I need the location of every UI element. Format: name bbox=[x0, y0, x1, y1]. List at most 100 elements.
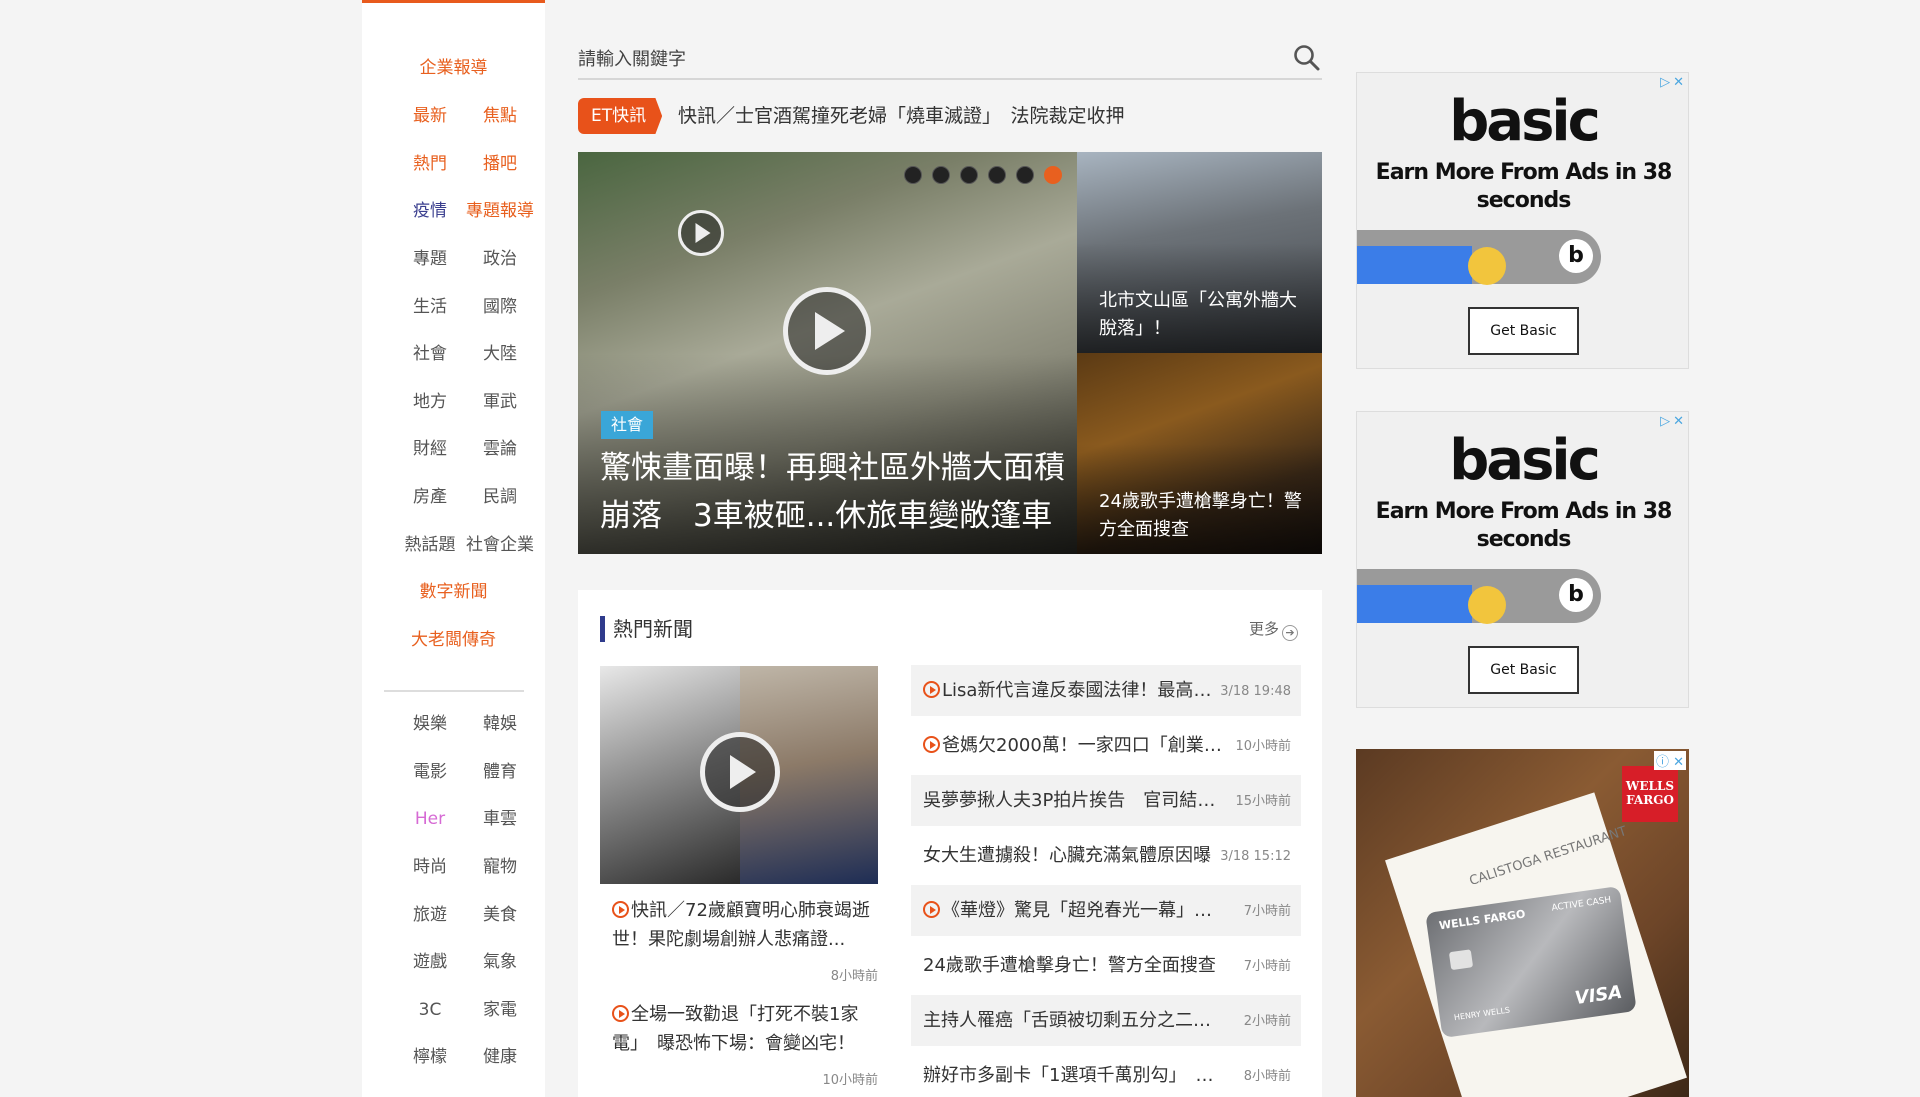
visa-logo: VISA bbox=[1573, 981, 1624, 1010]
nav-item[interactable]: 軍武 bbox=[460, 387, 540, 417]
nav-item[interactable]: 民調 bbox=[460, 482, 540, 512]
hot-news-item[interactable]: 主持人罹癌「舌頭被切剩五分之二」... 2小時前 bbox=[911, 995, 1301, 1046]
hero-side-story[interactable]: 24歲歌手遭槍擊身亡！警方全面搜查 bbox=[1077, 353, 1322, 554]
featured-story-title: 快訊／72歲顧寶明心肺衰竭逝世！果陀劇場創辦人悲痛證... bbox=[612, 900, 870, 950]
nav-item[interactable]: 體育 bbox=[460, 757, 540, 787]
nav-item[interactable]: 專題報導 bbox=[460, 196, 540, 226]
search-icon[interactable] bbox=[1292, 43, 1322, 73]
nav-item[interactable]: 政治 bbox=[460, 244, 540, 274]
carousel-dot[interactable] bbox=[904, 166, 922, 184]
hot-news-item[interactable]: 24歲歌手遭槍擊身亡！警方全面搜查 7小時前 bbox=[911, 940, 1301, 991]
nav-item[interactable]: 最新 bbox=[390, 101, 470, 131]
nav-item[interactable]: 娛樂 bbox=[390, 709, 470, 739]
nav-item[interactable]: 專題 bbox=[390, 244, 470, 274]
nav-item[interactable]: 國際 bbox=[460, 292, 540, 322]
nav-item[interactable]: 寵物 bbox=[460, 852, 540, 882]
nav-row: 疫情 專題報導 bbox=[362, 196, 545, 226]
close-icon[interactable]: ✕ bbox=[1673, 755, 1684, 770]
story-timestamp: 7小時前 bbox=[1243, 904, 1291, 919]
hot-news-item[interactable]: 吳夢夢揪人夫3P拍片挨告 官司結果... 15小時前 bbox=[911, 775, 1301, 826]
carousel-dot[interactable] bbox=[988, 166, 1006, 184]
hero-play-icon[interactable] bbox=[783, 287, 871, 375]
nav-row: 生活 國際 bbox=[362, 292, 545, 322]
adchoices-icon[interactable]: ▷ ✕ bbox=[1660, 414, 1684, 429]
nav-item[interactable]: 韓娛 bbox=[460, 709, 540, 739]
adchoices-icon[interactable]: ▷ ✕ bbox=[1660, 75, 1684, 90]
nav-row: Her 車雲 bbox=[362, 804, 545, 834]
nav-item[interactable]: 遊戲 bbox=[390, 947, 470, 977]
hot-news-item[interactable]: 《華燈》驚見「超兇春光一幕」！... 7小時前 bbox=[911, 885, 1301, 936]
more-link[interactable]: 更多 ➔ bbox=[1249, 616, 1298, 642]
nav-item[interactable]: 社會企業 bbox=[460, 530, 540, 560]
nav-row: 3C 家電 bbox=[362, 995, 545, 1025]
adchoices-icon[interactable]: ⓘ ✕ bbox=[1653, 751, 1686, 770]
nav-item[interactable]: 氣象 bbox=[460, 947, 540, 977]
hot-news-item[interactable]: 女大生遭擄殺！心臟充滿氣體原因曝 3/18 15:12 bbox=[911, 830, 1301, 881]
close-icon[interactable]: ✕ bbox=[1673, 414, 1684, 429]
nav-item[interactable]: 地方 bbox=[390, 387, 470, 417]
wells-fargo-logo: WELLS FARGO bbox=[1622, 766, 1678, 822]
hot-news-item[interactable]: Lisa新代言違反泰國法律！最高「... 3/18 19:48 bbox=[911, 665, 1301, 716]
nav-item[interactable]: Her bbox=[390, 804, 470, 834]
carousel-dot[interactable] bbox=[932, 166, 950, 184]
carousel-dot[interactable] bbox=[1044, 166, 1062, 184]
nav-item[interactable]: 3C bbox=[390, 995, 470, 1025]
featured-story-image[interactable] bbox=[600, 666, 878, 884]
nav-item[interactable]: 播吧 bbox=[460, 149, 540, 179]
side-story-play-icon[interactable] bbox=[678, 210, 724, 256]
nav-item[interactable]: 美食 bbox=[460, 900, 540, 930]
hot-news-item[interactable]: 辦好市多副卡「1選項千萬別勾」 她... 8小時前 bbox=[911, 1050, 1301, 1097]
get-basic-button[interactable]: Get Basic bbox=[1468, 307, 1579, 355]
nav-item[interactable]: 旅遊 bbox=[390, 900, 470, 930]
story-timestamp: 2小時前 bbox=[1243, 1014, 1291, 1029]
nav-item[interactable]: 疫情 bbox=[390, 196, 470, 226]
hot-news-item[interactable]: 爸媽欠2000萬！一家四口「創業責... 10小時前 bbox=[911, 720, 1301, 771]
nav-item[interactable]: 大陸 bbox=[460, 339, 540, 369]
nav-item[interactable]: 大老闆傳奇 bbox=[362, 625, 545, 655]
ad-tagline: Earn More From Ads in 38 seconds bbox=[1375, 499, 1673, 552]
hot-news-section: 熱門新聞 更多 ➔ 快訊／72歲顧寶明心肺衰竭逝世！果陀劇場創辦人悲痛證... 8… bbox=[578, 590, 1322, 1097]
nav-row: 地方 軍武 bbox=[362, 387, 545, 417]
nav-item[interactable]: 家電 bbox=[460, 995, 540, 1025]
carousel-dot[interactable] bbox=[1016, 166, 1034, 184]
nav-item[interactable]: 時尚 bbox=[390, 852, 470, 882]
nav-item[interactable]: 財經 bbox=[390, 434, 470, 464]
nav-item[interactable]: 企業報導 bbox=[362, 53, 545, 83]
nav-item[interactable]: 焦點 bbox=[460, 101, 540, 131]
hot-news-title-text: 辦好市多副卡「1選項千萬別勾」 她... bbox=[923, 1065, 1227, 1086]
wells-fargo-ad[interactable]: CALISTOGA RESTAURANT WELLS FARGO ACTIVE … bbox=[1356, 749, 1689, 1097]
get-basic-button[interactable]: Get Basic bbox=[1468, 646, 1579, 694]
nav-item[interactable]: 檸檬 bbox=[390, 1042, 470, 1072]
close-icon[interactable]: ✕ bbox=[1673, 75, 1684, 90]
nav-item[interactable]: 電影 bbox=[390, 757, 470, 787]
hero-title[interactable]: 驚悚畫面曝！再興社區外牆大面積崩落 3車被砸...休旅車變敞篷車 bbox=[600, 444, 1070, 540]
basic-ad[interactable]: ▷ ✕ basic Earn More From Ads in 38 second… bbox=[1356, 411, 1689, 708]
hero-side-story[interactable]: 北市文山區「公寓外牆大脫落」！ bbox=[1077, 152, 1322, 353]
search-input[interactable] bbox=[578, 44, 1268, 74]
featured-story-link[interactable]: 快訊／72歲顧寶明心肺衰竭逝世！果陀劇場創辦人悲痛證... bbox=[612, 896, 874, 954]
hot-news-title-text: 吳夢夢揪人夫3P拍片挨告 官司結果... bbox=[923, 790, 1227, 811]
card-brand: WELLS FARGO bbox=[1438, 907, 1527, 933]
nav-row: 檸檬 健康 bbox=[362, 1042, 545, 1072]
nav-item[interactable]: 熱門 bbox=[390, 149, 470, 179]
nav-item[interactable]: 健康 bbox=[460, 1042, 540, 1072]
featured-play-icon[interactable] bbox=[700, 732, 780, 812]
video-icon bbox=[923, 901, 940, 918]
breaking-news-link[interactable]: 快訊／士官酒駕撞死老婦「燒車滅證」 法院裁定收押 bbox=[678, 98, 1125, 134]
nav-item[interactable]: 數字新聞 bbox=[362, 577, 545, 607]
nav-item[interactable]: 社會 bbox=[390, 339, 470, 369]
search-bar bbox=[578, 40, 1322, 80]
basic-ad[interactable]: ▷ ✕ basic Earn More From Ads in 38 second… bbox=[1356, 72, 1689, 369]
nav-item[interactable]: 熱話題 bbox=[390, 530, 470, 560]
carousel-dot[interactable] bbox=[960, 166, 978, 184]
featured-story-link[interactable]: 全場一致勸退「打死不裝1家電」 曝恐怖下場：會變凶宅！ bbox=[612, 1000, 874, 1058]
nav-item[interactable]: 生活 bbox=[390, 292, 470, 322]
hero-side-story-title: 24歲歌手遭槍擊身亡！警方全面搜查 bbox=[1099, 491, 1302, 540]
ad-progress-graphic: b bbox=[1357, 569, 1601, 624]
card-product: ACTIVE CASH bbox=[1551, 895, 1612, 914]
nav-item[interactable]: 房產 bbox=[390, 482, 470, 512]
nav-item[interactable]: 雲論 bbox=[460, 434, 540, 464]
nav-item[interactable]: 車雲 bbox=[460, 804, 540, 834]
breaking-news-ticker: ET快訊 快訊／士官酒駕撞死老婦「燒車滅證」 法院裁定收押 bbox=[578, 98, 1322, 134]
ad-progress-graphic: b bbox=[1357, 230, 1601, 285]
